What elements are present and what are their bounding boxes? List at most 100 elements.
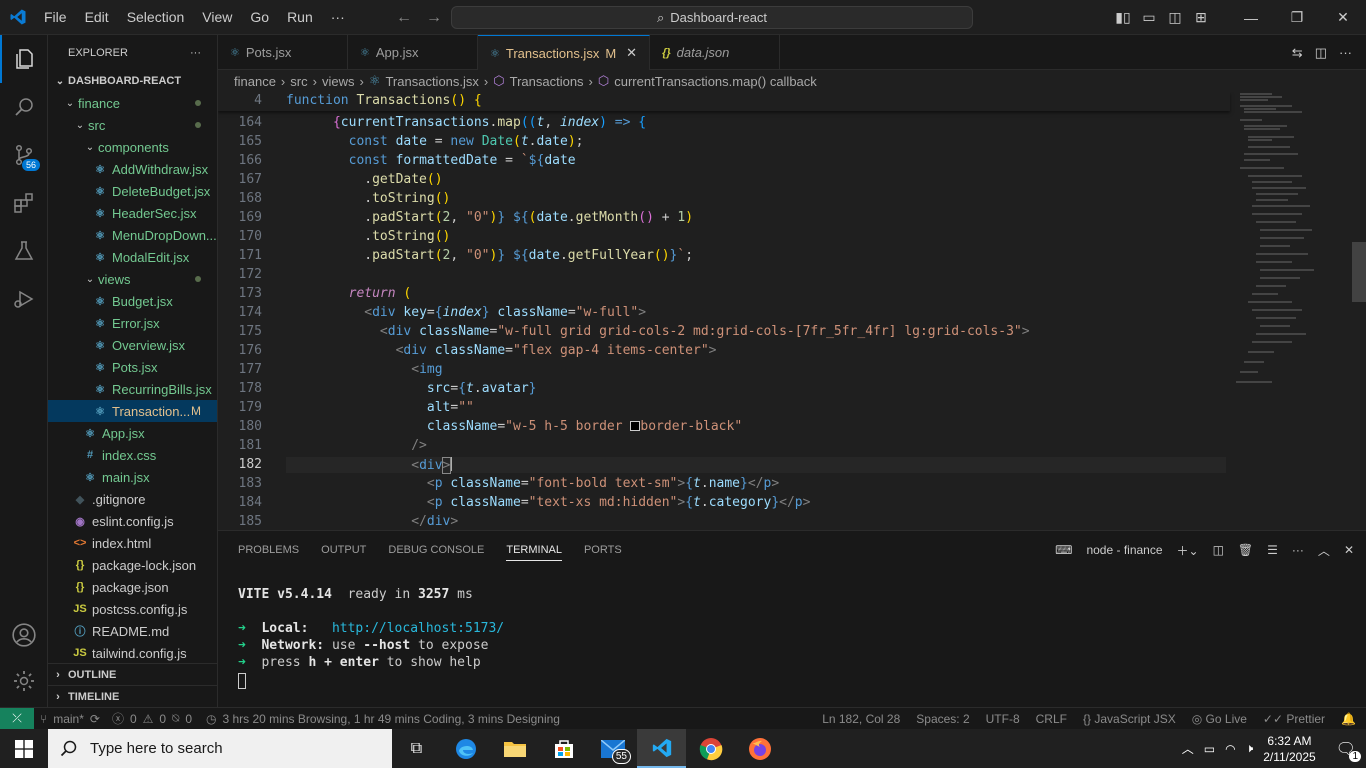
menu-more[interactable]: ··· (322, 0, 354, 35)
restore-button[interactable]: ❐ (1274, 0, 1320, 35)
clear-icon[interactable]: ☰ (1267, 543, 1278, 557)
language-mode[interactable]: {} JavaScript JSX (1083, 712, 1176, 726)
split-terminal-icon[interactable]: ◫ (1213, 543, 1224, 557)
timeline-section[interactable]: › TIMELINE (48, 685, 217, 707)
file-item[interactable]: ⚛ HeaderSec.jsx (48, 202, 217, 224)
file-item[interactable]: ⚛ Pots.jsx (48, 356, 217, 378)
tab-transactions[interactable]: ⚛ Transactions.jsx M ✕ (478, 35, 651, 70)
file-item[interactable]: ⚛ RecurringBills.jsx (48, 378, 217, 400)
file-item[interactable]: {} package.json (48, 576, 217, 598)
minimize-button[interactable]: — (1228, 0, 1274, 35)
tab-pots[interactable]: ⚛ Pots.jsx (218, 35, 348, 70)
sticky-scroll[interactable]: 4 function Transactions() { (218, 92, 1230, 111)
notification-center-icon[interactable]: 🗨 1 (1336, 739, 1361, 762)
tab-ports[interactable]: PORTS (584, 544, 622, 556)
folder-item[interactable]: ⌄ components (48, 136, 217, 158)
clock[interactable]: 6:32 AM 2/11/2025 (1263, 733, 1316, 765)
end-of-line[interactable]: CRLF (1036, 712, 1067, 726)
edge-icon[interactable] (441, 729, 490, 768)
encoding[interactable]: UTF-8 (986, 712, 1020, 726)
accounts-icon[interactable] (0, 611, 48, 659)
branch-name[interactable]: main* (53, 712, 84, 726)
breadcrumb-item[interactable]: views (322, 74, 355, 89)
scrollbar-thumb[interactable] (1352, 242, 1366, 302)
tab-problems[interactable]: PROBLEMS (238, 544, 299, 556)
file-item[interactable]: ⚛ App.jsx (48, 422, 217, 444)
code-editor[interactable]: 4 function Transactions() { 164 165 166 167… (218, 92, 1366, 530)
menu-file[interactable]: File (35, 0, 76, 35)
run-debug-icon[interactable] (0, 275, 48, 323)
editor-scrollbar[interactable] (1352, 92, 1366, 530)
more-actions-icon[interactable]: ··· (1292, 543, 1304, 557)
tab-terminal[interactable]: TERMINAL (506, 544, 562, 561)
breadcrumb-item[interactable]: src (290, 74, 307, 89)
firefox-icon[interactable] (735, 729, 784, 768)
cursor-position[interactable]: Ln 182, Col 28 (822, 712, 900, 726)
close-window-button[interactable]: ✕ (1320, 0, 1366, 35)
folder-item[interactable]: ⌄ src (48, 114, 217, 136)
file-item[interactable]: ⚛ Overview.jsx (48, 334, 217, 356)
file-item[interactable]: ⚛ DeleteBudget.jsx (48, 180, 217, 202)
split-editor-icon[interactable]: ◫ (1315, 45, 1327, 61)
indentation[interactable]: Spaces: 2 (916, 712, 969, 726)
close-tab-icon[interactable]: ✕ (626, 45, 637, 61)
battery-icon[interactable]: ▭ (1204, 742, 1215, 756)
breadcrumb-item[interactable]: Transactions.jsx (385, 74, 478, 89)
wakatime-activity[interactable]: 3 hrs 20 mins Browsing, 1 hr 49 mins Cod… (222, 712, 560, 726)
chevron-up-icon[interactable]: ︿ (1182, 740, 1194, 757)
go-live-button[interactable]: ◎ Go Live (1192, 712, 1247, 726)
sync-icon[interactable]: ⟳ (84, 712, 106, 726)
ports-count[interactable]: 0 (185, 712, 192, 726)
close-panel-icon[interactable]: ✕ (1344, 543, 1354, 557)
search-view-icon[interactable] (0, 83, 48, 131)
taskbar-search[interactable]: Type here to search (48, 729, 392, 768)
file-item[interactable]: ⚛ Error.jsx (48, 312, 217, 334)
tab-output[interactable]: OUTPUT (321, 544, 366, 556)
file-item[interactable]: ◉ eslint.config.js (48, 510, 217, 532)
outline-section[interactable]: › OUTLINE (48, 663, 217, 685)
minimap[interactable] (1232, 92, 1352, 530)
warning-count[interactable]: 0 (159, 712, 166, 726)
more-actions-icon[interactable]: ··· (1339, 45, 1352, 60)
file-item[interactable]: ⓘ README.md (48, 620, 217, 642)
toggle-sidebar-icon[interactable]: ▮▯ (1110, 0, 1136, 35)
extensions-icon[interactable] (0, 179, 48, 227)
file-item[interactable]: ⚛ MenuDropDown... (48, 224, 217, 246)
mail-icon[interactable]: 55 (588, 729, 637, 768)
toggle-panel-icon[interactable]: ▭ (1136, 0, 1162, 35)
testing-icon[interactable] (0, 227, 48, 275)
menu-go[interactable]: Go (241, 0, 278, 35)
tab-app[interactable]: ⚛ App.jsx (348, 35, 478, 70)
file-item[interactable]: ⚛ AddWithdraw.jsx (48, 158, 217, 180)
explorer-icon[interactable] (0, 35, 48, 83)
file-item[interactable]: ◆ .gitignore (48, 488, 217, 510)
menu-view[interactable]: View (193, 0, 241, 35)
task-view-icon[interactable]: ⧉ (392, 729, 441, 768)
file-item[interactable]: JS postcss.config.js (48, 598, 217, 620)
more-actions-icon[interactable]: ··· (190, 47, 201, 59)
error-count[interactable]: 0 (130, 712, 137, 726)
file-item[interactable]: {} package-lock.json (48, 554, 217, 576)
breadcrumb-item[interactable]: currentTransactions.map() callback (614, 74, 817, 89)
prettier-button[interactable]: ✓✓ Prettier (1263, 712, 1325, 726)
menu-edit[interactable]: Edit (76, 0, 118, 35)
folder-item[interactable]: ⌄ views (48, 268, 217, 290)
file-item[interactable]: # index.css (48, 444, 217, 466)
breadcrumb-item[interactable]: Transactions (510, 74, 584, 89)
file-item[interactable]: ⚛ Transaction... M (48, 400, 217, 422)
file-item[interactable]: <> index.html (48, 532, 217, 554)
local-url-link[interactable]: http://localhost:5173/ (332, 621, 504, 636)
command-center[interactable]: ⌕ Dashboard-react (451, 6, 973, 29)
tab-data-json[interactable]: {} data.json (650, 35, 781, 70)
file-item[interactable]: JS tailwind.config.js (48, 642, 217, 664)
file-item[interactable]: ⚛ Budget.jsx (48, 290, 217, 312)
notifications-icon[interactable]: 🔔 (1341, 712, 1356, 726)
tab-debug-console[interactable]: DEBUG CONSOLE (388, 544, 484, 556)
terminal-name[interactable]: node - finance (1086, 543, 1162, 557)
source-control-icon[interactable]: 56 (0, 131, 48, 179)
chrome-icon[interactable] (686, 729, 735, 768)
terminal-output[interactable]: VITE v5.4.14 ready in 3257 ms ➜ Local: h… (238, 586, 504, 671)
file-item[interactable]: ⚛ main.jsx (48, 466, 217, 488)
toggle-secondary-sidebar-icon[interactable]: ◫ (1162, 0, 1188, 35)
trash-icon[interactable]: 🗑 (1238, 543, 1253, 557)
